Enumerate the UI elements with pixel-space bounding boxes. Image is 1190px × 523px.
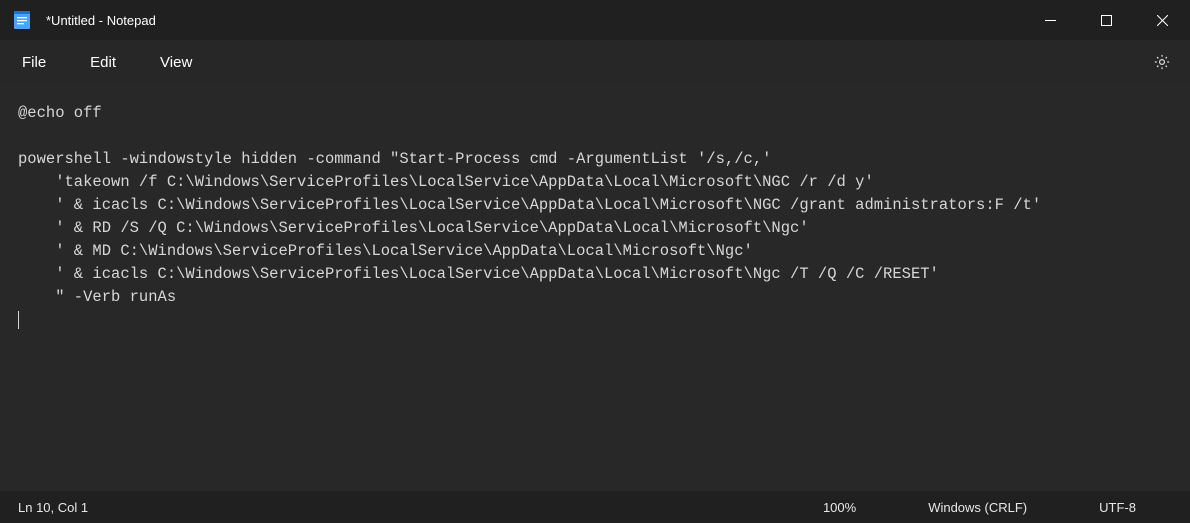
editor-area[interactable]: @echo off powershell -windowstyle hidden… [0, 84, 1190, 491]
menu-edit[interactable]: Edit [76, 46, 130, 79]
window-title: *Untitled - Notepad [46, 13, 156, 28]
menu-file[interactable]: File [8, 46, 60, 79]
status-zoom[interactable]: 100% [787, 500, 892, 515]
text-caret [18, 311, 19, 329]
menubar: File Edit View [0, 40, 1190, 84]
maximize-button[interactable] [1078, 0, 1134, 40]
close-button[interactable] [1134, 0, 1190, 40]
titlebar[interactable]: *Untitled - Notepad [0, 0, 1190, 40]
menu-view[interactable]: View [146, 46, 206, 79]
settings-button[interactable] [1142, 42, 1182, 82]
status-encoding[interactable]: UTF-8 [1063, 500, 1172, 515]
minimize-button[interactable] [1022, 0, 1078, 40]
status-line-ending[interactable]: Windows (CRLF) [892, 500, 1063, 515]
editor-content[interactable]: @echo off powershell -windowstyle hidden… [18, 102, 1172, 309]
window-controls [1022, 0, 1190, 40]
status-cursor-position: Ln 10, Col 1 [18, 500, 124, 515]
notepad-app-icon [12, 10, 32, 30]
statusbar: Ln 10, Col 1 100% Windows (CRLF) UTF-8 [0, 491, 1190, 523]
